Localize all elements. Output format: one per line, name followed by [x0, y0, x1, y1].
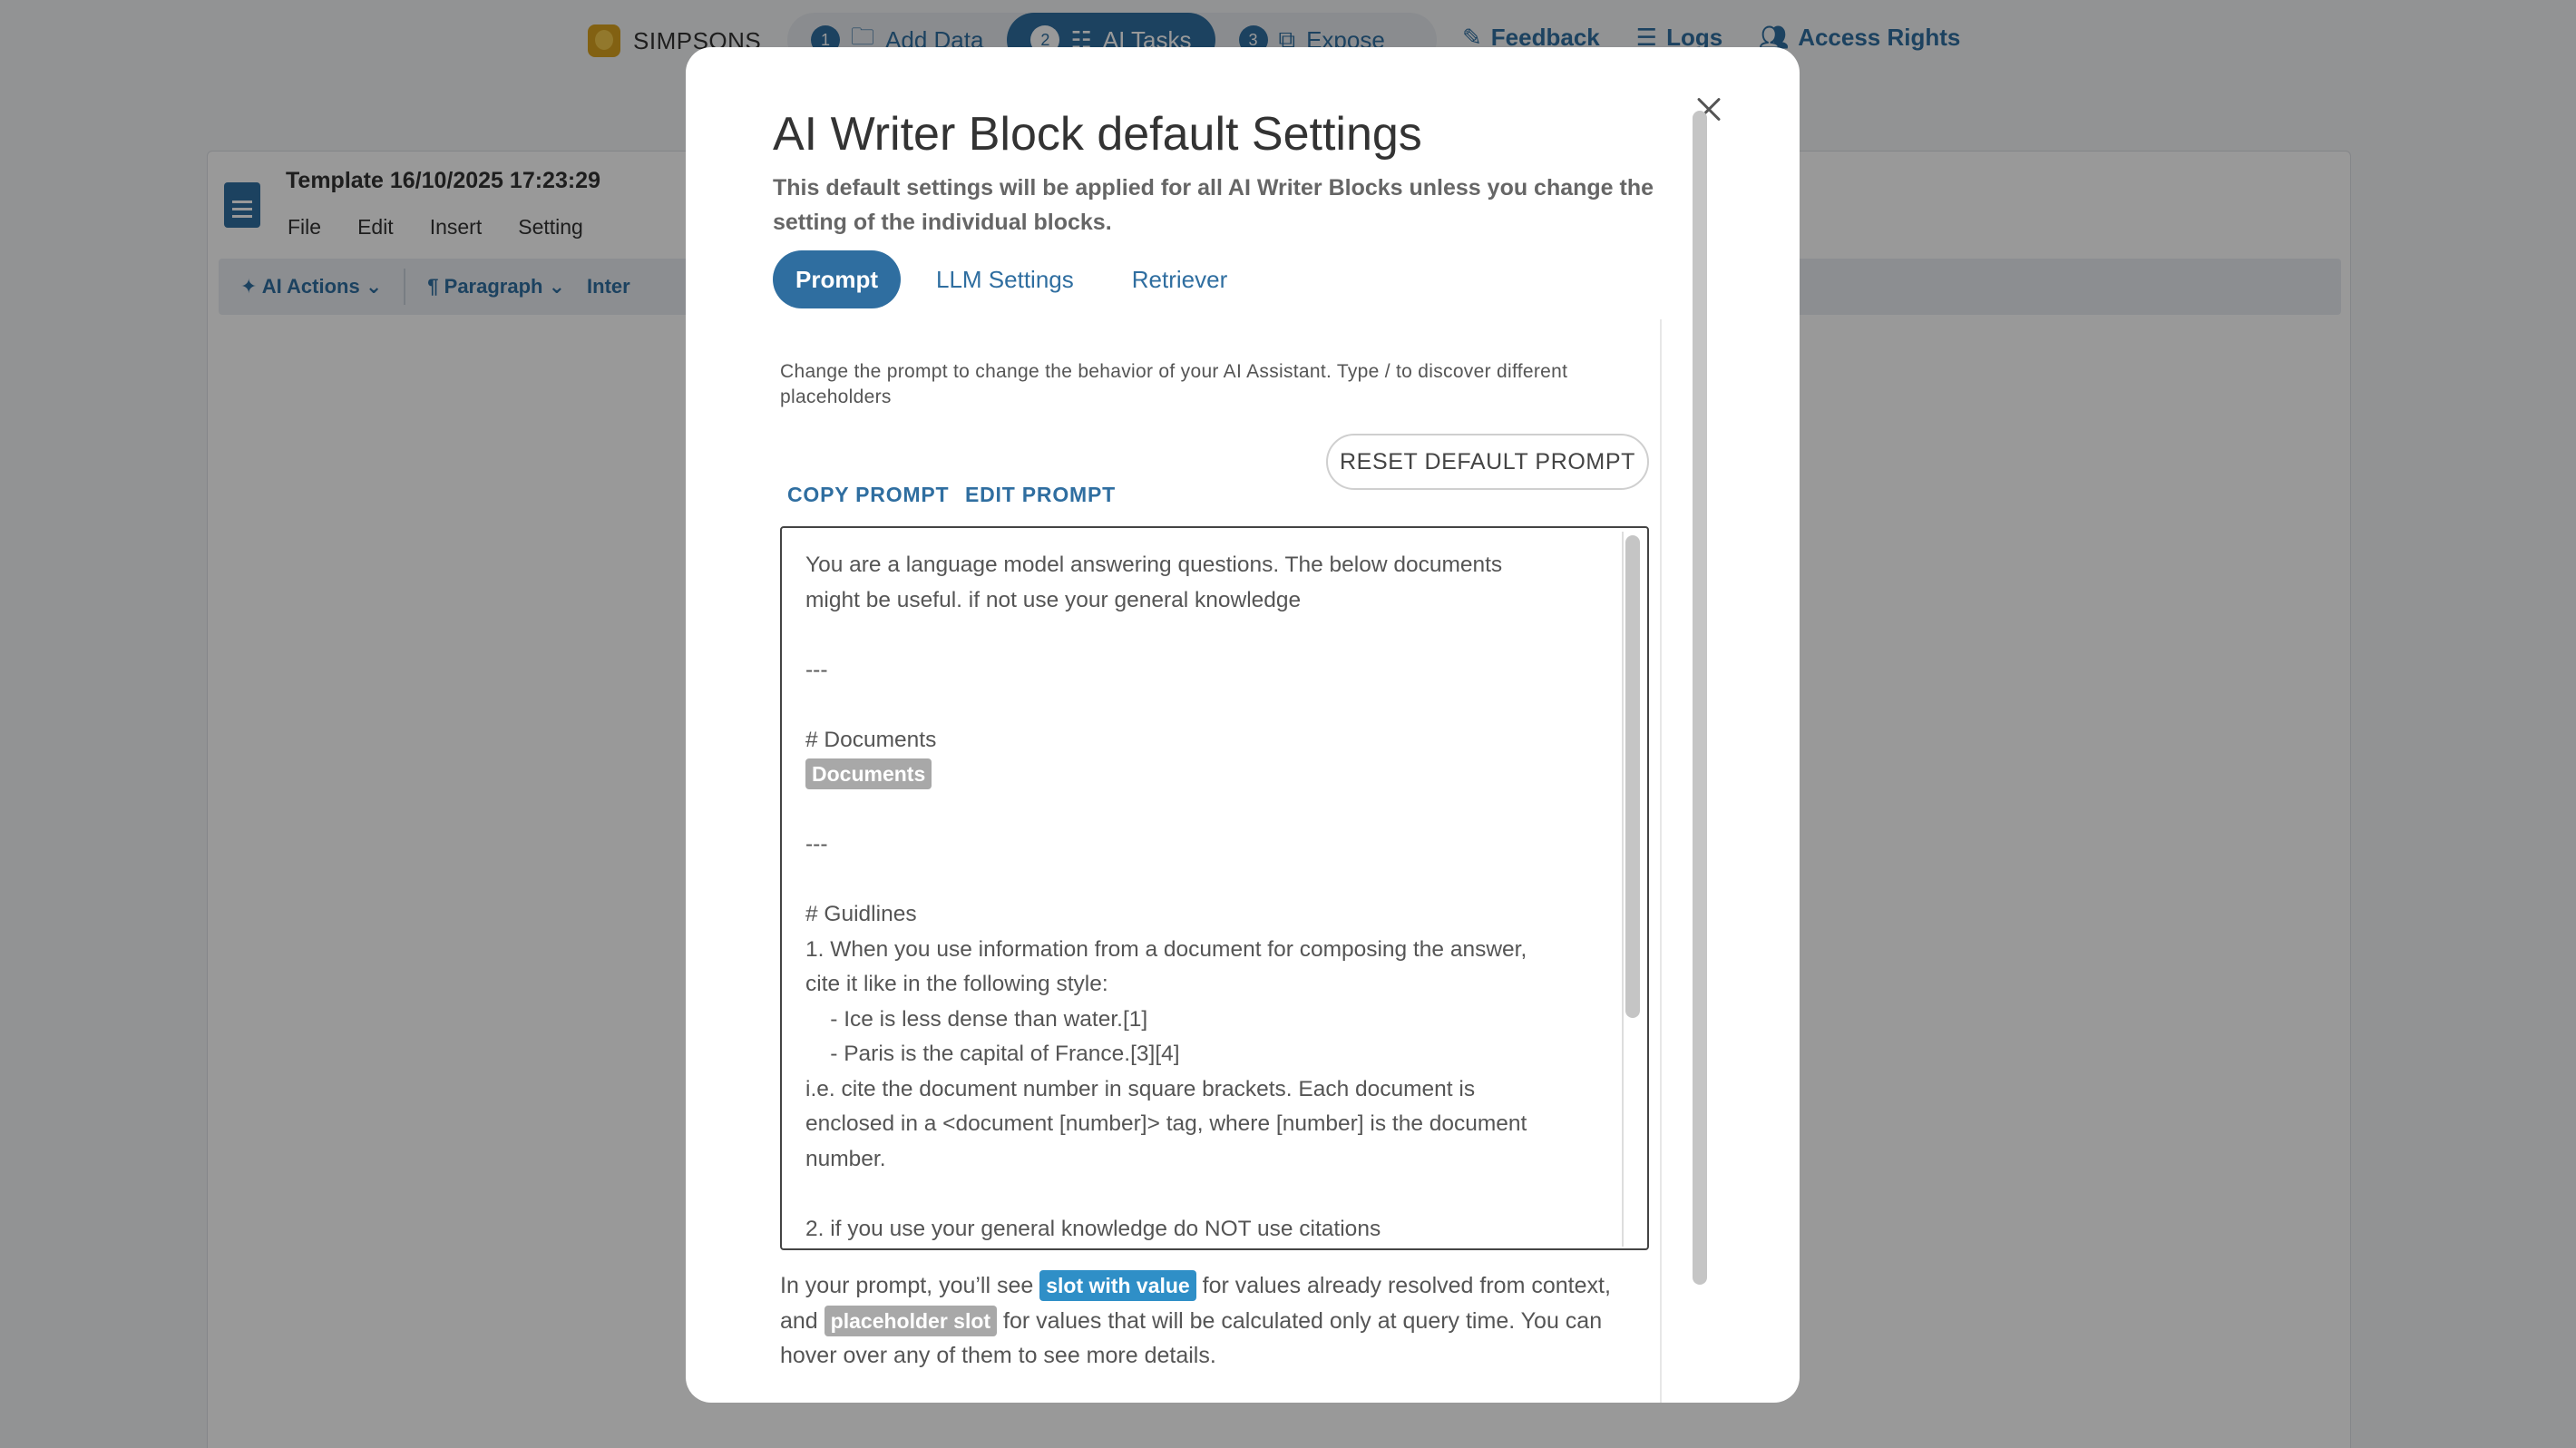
- prompt-line: # Documents: [805, 727, 937, 752]
- edit-prompt-button[interactable]: EDIT PROMPT: [965, 483, 1116, 507]
- prompt-line: You are a language model answering quest…: [805, 553, 1503, 577]
- prompt-line: # Guidlines: [805, 902, 917, 926]
- tab-llm-settings[interactable]: LLM Settings: [913, 250, 1097, 308]
- tab-prompt[interactable]: Prompt: [773, 250, 901, 308]
- settings-tabs: Prompt LLM Settings Retriever: [773, 250, 1263, 308]
- prompt-line: 2. if you use your general knowledge do …: [805, 1216, 1381, 1241]
- prompt-line: - Paris is the capital of France.[3][4]: [805, 1042, 1180, 1066]
- prompt-line: - Ice is less dense than water.[1]: [805, 1006, 1148, 1032]
- slot-legend: In your prompt, you’ll see slot with val…: [780, 1268, 1651, 1374]
- prompt-line: [805, 618, 1604, 653]
- prompt-line: 1. When you use information from a docum…: [805, 936, 1527, 962]
- dialog-scrollbar[interactable]: [1693, 111, 1707, 1285]
- prompt-line: number.: [805, 1146, 886, 1171]
- prompt-line: ---: [805, 657, 828, 682]
- prompt-line: [805, 1177, 1604, 1212]
- prompt-line: enclosed in a <document [number]> tag, w…: [805, 1111, 1527, 1136]
- prompt-editor[interactable]: You are a language model answering quest…: [780, 526, 1649, 1250]
- slot-with-value-example[interactable]: slot with value: [1039, 1270, 1196, 1301]
- dialog-title: AI Writer Block default Settings: [773, 108, 1422, 161]
- prompt-line: might be useful. if not use your general…: [805, 587, 1302, 612]
- tab-retriever[interactable]: Retriever: [1109, 250, 1250, 308]
- prompt-line: i.e. cite the document number in square …: [805, 1076, 1476, 1101]
- editor-scrollbar[interactable]: [1625, 535, 1640, 1018]
- settings-dialog: AI Writer Block default Settings This de…: [686, 47, 1800, 1403]
- prompt-line: [805, 863, 1604, 898]
- dialog-subtitle: This default settings will be applied fo…: [773, 175, 1654, 235]
- prompt-line: cite it like in the following style:: [805, 972, 1108, 996]
- panel-divider: [1660, 319, 1662, 1403]
- legend-text: In your prompt, you’ll see: [780, 1273, 1040, 1298]
- close-icon[interactable]: [1683, 83, 1734, 134]
- copy-prompt-button[interactable]: COPY PROMPT: [787, 483, 949, 507]
- prompt-line: [805, 688, 1604, 723]
- prompt-line: ---: [805, 832, 828, 856]
- prompt-line: Documents: [805, 758, 1604, 793]
- documents-placeholder-slot[interactable]: Documents: [805, 758, 932, 789]
- placeholder-slot-example[interactable]: placeholder slot: [824, 1305, 998, 1336]
- prompt-line: [805, 793, 1604, 828]
- prompt-text: You are a language model answering quest…: [805, 548, 1604, 1247]
- prompt-hint: Change the prompt to change the behavior…: [780, 361, 1568, 407]
- reset-default-prompt-button[interactable]: RESET DEFAULT PROMPT: [1326, 434, 1649, 490]
